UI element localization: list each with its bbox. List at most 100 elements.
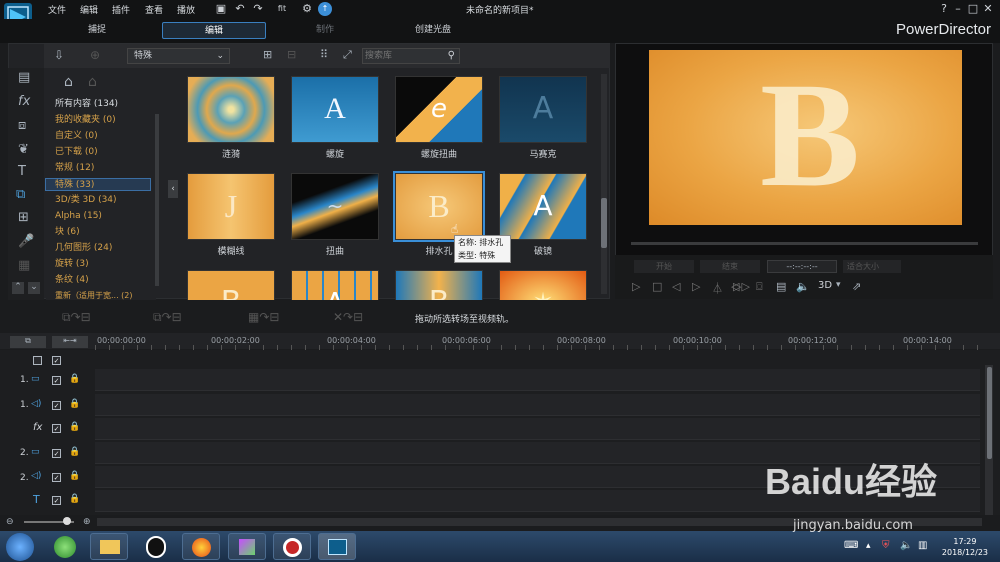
prev-frame-icon[interactable]: ◁ xyxy=(672,280,680,293)
split-icon[interactable]: ⏃ xyxy=(712,280,723,296)
lock-icon[interactable]: 🔒 xyxy=(69,422,80,432)
timecode-field[interactable]: --:--:--:-- xyxy=(767,260,837,273)
maximize-icon[interactable]: □ xyxy=(966,2,980,16)
remove-template-icon[interactable]: ⊟ xyxy=(287,48,296,61)
lock-icon[interactable]: 🔒 xyxy=(69,374,80,384)
category-item[interactable]: 3D/类 3D (34) xyxy=(55,194,117,207)
globe-icon[interactable]: ⊕ xyxy=(90,48,100,62)
lock-icon[interactable]: 🔒 xyxy=(69,447,80,457)
track-enable-all-checkbox[interactable]: ✓ xyxy=(52,356,61,365)
stop-icon[interactable]: □ xyxy=(652,280,662,293)
transition-room-icon[interactable]: ⧉ xyxy=(16,187,25,202)
category-item[interactable]: 所有内容 (134) xyxy=(55,98,118,111)
fx-room-icon[interactable]: fx xyxy=(18,94,30,109)
speaker-icon[interactable]: 🔈 xyxy=(900,540,912,551)
menu-view[interactable]: 查看 xyxy=(145,3,163,16)
category-item[interactable]: 条纹 (4) xyxy=(55,274,89,287)
chapter-room-icon[interactable]: ▦ xyxy=(18,258,30,273)
keyboard-icon[interactable]: ⌨ xyxy=(844,540,858,551)
add-tag-icon[interactable]: ⌂ xyxy=(64,74,73,90)
qq-icon[interactable] xyxy=(146,536,166,558)
audio-mixing-icon[interactable]: ⊞ xyxy=(18,210,29,225)
zoom-fit-icon[interactable]: fit xyxy=(272,2,292,16)
upgrade-icon[interactable]: ↑ xyxy=(318,2,332,16)
fullscreen-icon[interactable]: ⤢ xyxy=(343,48,352,62)
menu-edit[interactable]: 编辑 xyxy=(80,3,98,16)
category-item[interactable]: 常规 (12) xyxy=(55,162,94,175)
lock-icon[interactable]: 🔒 xyxy=(69,494,80,504)
particle-room-icon[interactable]: ❦ xyxy=(18,142,29,157)
transition-thumb[interactable]: B xyxy=(395,270,483,300)
lock-icon[interactable]: 🔒 xyxy=(69,471,80,481)
track-enable-checkbox[interactable]: ✓ xyxy=(52,449,61,458)
undo-icon[interactable]: ↶ xyxy=(233,2,247,16)
remove-tag-icon[interactable]: ⌂ xyxy=(88,74,97,90)
category-scrollbar[interactable] xyxy=(155,114,159,286)
track-enable-checkbox[interactable]: ✓ xyxy=(52,424,61,433)
voice-over-icon[interactable]: 🎤 xyxy=(18,234,34,249)
audio-track-1[interactable] xyxy=(95,394,980,416)
storyboard-view-icon[interactable]: ⇤⇥ xyxy=(52,336,88,348)
timeline-view-icon[interactable]: ⧉ xyxy=(10,336,46,348)
track-enable-checkbox[interactable]: ✓ xyxy=(52,401,61,410)
settings-icon[interactable]: ⚙ xyxy=(300,2,314,16)
track-enable-checkbox[interactable]: ✓ xyxy=(52,473,61,482)
menu-file[interactable]: 文件 xyxy=(48,3,66,16)
collapse-down-icon[interactable]: ⌄ xyxy=(28,282,40,294)
next-frame-icon[interactable]: ▷ xyxy=(692,280,700,293)
track-enable-checkbox[interactable]: ✓ xyxy=(52,496,61,505)
effect-track[interactable] xyxy=(95,418,980,440)
grid-scrollbar-thumb[interactable] xyxy=(601,198,607,248)
transition-thumb[interactable]: A xyxy=(291,76,379,143)
pip-room-icon[interactable]: ⧈ xyxy=(18,118,26,133)
transition-thumb[interactable]: A xyxy=(499,76,587,143)
track-enable-checkbox[interactable]: ✓ xyxy=(52,376,61,385)
zoom-out-icon[interactable]: ⊖ xyxy=(6,517,14,527)
security-icon[interactable]: ⛨ xyxy=(882,540,890,551)
subtitle-icon[interactable]: ▤ xyxy=(776,280,786,293)
transition-thumb[interactable]: ✶ xyxy=(499,270,587,300)
media-room-icon[interactable]: ▤ xyxy=(18,70,30,85)
apply-transition-icon[interactable]: ⧉↷⊟ xyxy=(62,310,91,325)
preview-scrubber[interactable] xyxy=(631,242,978,245)
network-icon[interactable]: ▥ xyxy=(918,540,927,551)
transition-thumb[interactable]: e xyxy=(395,76,483,143)
transition-thumb-selected[interactable]: B xyxy=(393,171,485,242)
menu-plugins[interactable]: 插件 xyxy=(112,3,130,16)
tab-create-disc[interactable]: 创建光盘 xyxy=(386,22,480,39)
chevron-down-icon[interactable]: ▾ xyxy=(836,280,841,290)
postfix-transition-icon[interactable]: ▦↷⊟ xyxy=(248,310,279,324)
category-item[interactable]: 几何图形 (24) xyxy=(55,242,112,255)
prefix-transition-icon[interactable]: ⧉↷⊟ xyxy=(153,310,182,325)
tab-produce[interactable]: 制作 xyxy=(278,22,372,39)
category-item[interactable]: 我的收藏夹 (0) xyxy=(55,114,116,127)
menu-play[interactable]: 播放 xyxy=(177,3,195,16)
start-button[interactable] xyxy=(6,533,34,561)
app-360-icon[interactable] xyxy=(54,536,76,558)
video-track-1[interactable] xyxy=(95,369,980,391)
tray-expand-icon[interactable]: ▴ xyxy=(866,541,871,551)
title-room-icon[interactable]: T xyxy=(18,164,26,179)
track-toggle-checkbox[interactable] xyxy=(33,356,42,365)
minimize-icon[interactable]: – xyxy=(951,2,965,16)
transition-thumb[interactable]: J xyxy=(187,173,275,240)
search-input[interactable] xyxy=(363,49,443,63)
taskbar-clock[interactable]: 17:29 2018/12/23 xyxy=(942,536,988,558)
play-icon[interactable]: ▷ xyxy=(632,280,640,293)
add-template-icon[interactable]: ⊞ xyxy=(263,48,272,61)
tab-edit[interactable]: 编辑 xyxy=(162,22,266,39)
transition-thumb[interactable] xyxy=(187,76,275,143)
grid-scrollbar[interactable] xyxy=(601,74,607,294)
transition-thumb[interactable]: B xyxy=(187,270,275,300)
lock-icon[interactable]: 🔒 xyxy=(69,399,80,409)
undock-icon[interactable]: ⇗ xyxy=(852,280,861,293)
tab-capture[interactable]: 捕捉 xyxy=(50,22,144,39)
cross-transition-icon[interactable]: ✕↷⊟ xyxy=(333,310,363,324)
category-item[interactable]: 重新（适用于宽... (2) xyxy=(55,289,133,302)
zoom-slider-handle[interactable] xyxy=(63,517,71,525)
powerdirector-taskbar-icon[interactable] xyxy=(318,533,356,560)
collapse-up-icon[interactable]: ⌃ xyxy=(12,282,24,294)
mark-in-button[interactable]: 开始 xyxy=(634,260,694,273)
category-item-selected[interactable]: 特殊 (33) xyxy=(45,178,151,191)
transition-thumb[interactable]: A xyxy=(499,173,587,240)
